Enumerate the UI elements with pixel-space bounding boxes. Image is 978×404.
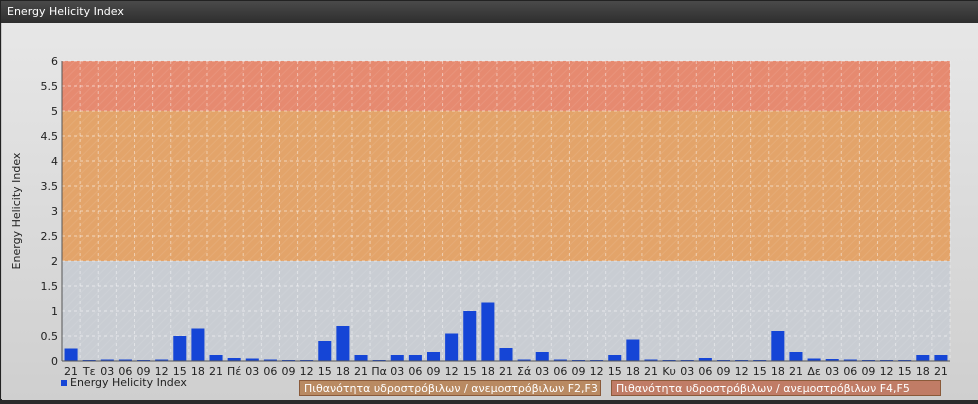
- bar: [64, 348, 78, 361]
- x-tick-label: Κυ: [662, 365, 676, 378]
- x-tick-label: 21: [354, 365, 368, 378]
- x-tick-label: Δε: [807, 365, 821, 378]
- x-tick-label: 03: [825, 365, 839, 378]
- bar: [916, 355, 930, 361]
- y-tick-label: 2.5: [41, 230, 59, 243]
- bar: [354, 355, 368, 361]
- bar: [789, 352, 803, 361]
- x-tick-label: 18: [191, 365, 205, 378]
- legend-band-f4-f5[interactable]: Πιθανότητα υδροστρόβιλων / ανεμοστρόβιλω…: [611, 380, 941, 396]
- bar: [209, 355, 223, 361]
- y-tick-label: 2: [51, 255, 58, 268]
- y-tick-label: 5: [51, 105, 58, 118]
- panel-title: Energy Helicity Index: [1, 1, 978, 23]
- x-tick-label: 12: [300, 365, 314, 378]
- bar: [336, 326, 350, 361]
- chart-frame: 0 0.5 1 1.5 2 2.5 3 3.5 4 4.5 5 5.5 6 21 Τε 03 06 09 12 15…: [2, 23, 978, 400]
- x-tick-label: 15: [318, 365, 332, 378]
- x-tick-label: 09: [571, 365, 585, 378]
- x-tick-label: Πα: [371, 365, 387, 378]
- x-tick-labels: 21 Τε 03 06 09 12 15 18 21 Πέ 03 06 09 12 15 18 21 Πα 03 06…: [64, 365, 948, 378]
- bar: [390, 355, 404, 361]
- x-tick-label: 03: [535, 365, 549, 378]
- bar: [535, 352, 549, 361]
- bar: [481, 302, 495, 361]
- bar: [608, 355, 622, 361]
- chart-panel: Energy Helicity Index 0 0.5 1 1.5 2 2.5 3 3.5 4 4…: [0, 0, 978, 400]
- x-tick-label: 06: [843, 365, 857, 378]
- x-tick-label: 09: [282, 365, 296, 378]
- bar: [173, 336, 187, 361]
- x-tick-label: 18: [481, 365, 495, 378]
- bar: [499, 348, 513, 361]
- bar: [191, 328, 205, 361]
- bar: [408, 355, 422, 361]
- x-tick-label: 18: [916, 365, 930, 378]
- y-tick-label: 6: [51, 55, 58, 68]
- legend-band-f2-f3[interactable]: Πιθανότητα υδροστρόβιλων / ανεμοστρόβιλω…: [299, 380, 601, 396]
- y-tick-label: 4: [51, 155, 58, 168]
- chart-svg: 00.511.522.533.544.555.56 21 Τε 03 06 09 12 15…: [10, 55, 951, 378]
- y-tick-labels: 0 0.5 1 1.5 2 2.5 3 3.5 4 4.5 5 5.5 6: [41, 55, 59, 368]
- y-tick-label: 0: [51, 355, 58, 368]
- y-tick-label: 3.5: [41, 180, 59, 193]
- x-tick-label: 06: [553, 365, 567, 378]
- x-tick-label: 18: [336, 365, 350, 378]
- y-tick-label: 1: [51, 305, 58, 318]
- bar: [426, 352, 441, 361]
- bar: [445, 333, 459, 361]
- x-tick-label: 18: [771, 365, 785, 378]
- y-tick-label: 4.5: [41, 130, 59, 143]
- x-tick-label: 06: [408, 365, 422, 378]
- x-tick-label: 06: [698, 365, 712, 378]
- bar: [934, 355, 948, 361]
- x-tick-label: 15: [463, 365, 477, 378]
- x-tick-label: 21: [209, 365, 223, 378]
- legend-series-label: Energy Helicity Index: [70, 376, 187, 389]
- x-tick-label: 21: [499, 365, 513, 378]
- x-tick-label: 15: [608, 365, 622, 378]
- x-tick-label: 21: [934, 365, 948, 378]
- x-tick-label: 03: [390, 365, 404, 378]
- bar: [771, 331, 785, 361]
- bar: [626, 339, 640, 361]
- x-tick-label: 12: [880, 365, 894, 378]
- x-tick-label: 15: [753, 365, 767, 378]
- bar: [463, 311, 477, 361]
- x-tick-label: 18: [626, 365, 640, 378]
- x-tick-label: 06: [263, 365, 277, 378]
- y-tick-label: 1.5: [41, 280, 59, 293]
- y-tick-label: 3: [51, 205, 58, 218]
- x-tick-label: 15: [898, 365, 912, 378]
- x-tick-label: 09: [427, 365, 441, 378]
- x-tick-label: 03: [245, 365, 259, 378]
- x-tick-label: 21: [644, 365, 658, 378]
- legend-series[interactable]: Energy Helicity Index: [61, 375, 187, 391]
- x-tick-label: 03: [680, 365, 694, 378]
- y-tick-label: 5.5: [41, 80, 59, 93]
- x-tick-label: Πέ: [227, 365, 241, 378]
- x-tick-label: 12: [590, 365, 604, 378]
- x-tick-label: 21: [789, 365, 803, 378]
- x-tick-label: 09: [861, 365, 875, 378]
- x-tick-label: 12: [445, 365, 459, 378]
- legend-swatch: [61, 380, 67, 386]
- x-tick-label: 12: [735, 365, 749, 378]
- x-tick-label: Σά: [517, 365, 531, 378]
- bar: [318, 341, 332, 361]
- y-tick-label: 0.5: [41, 330, 59, 343]
- y-axis-label: Energy Helicity Index: [10, 152, 23, 269]
- x-tick-label: 09: [716, 365, 730, 378]
